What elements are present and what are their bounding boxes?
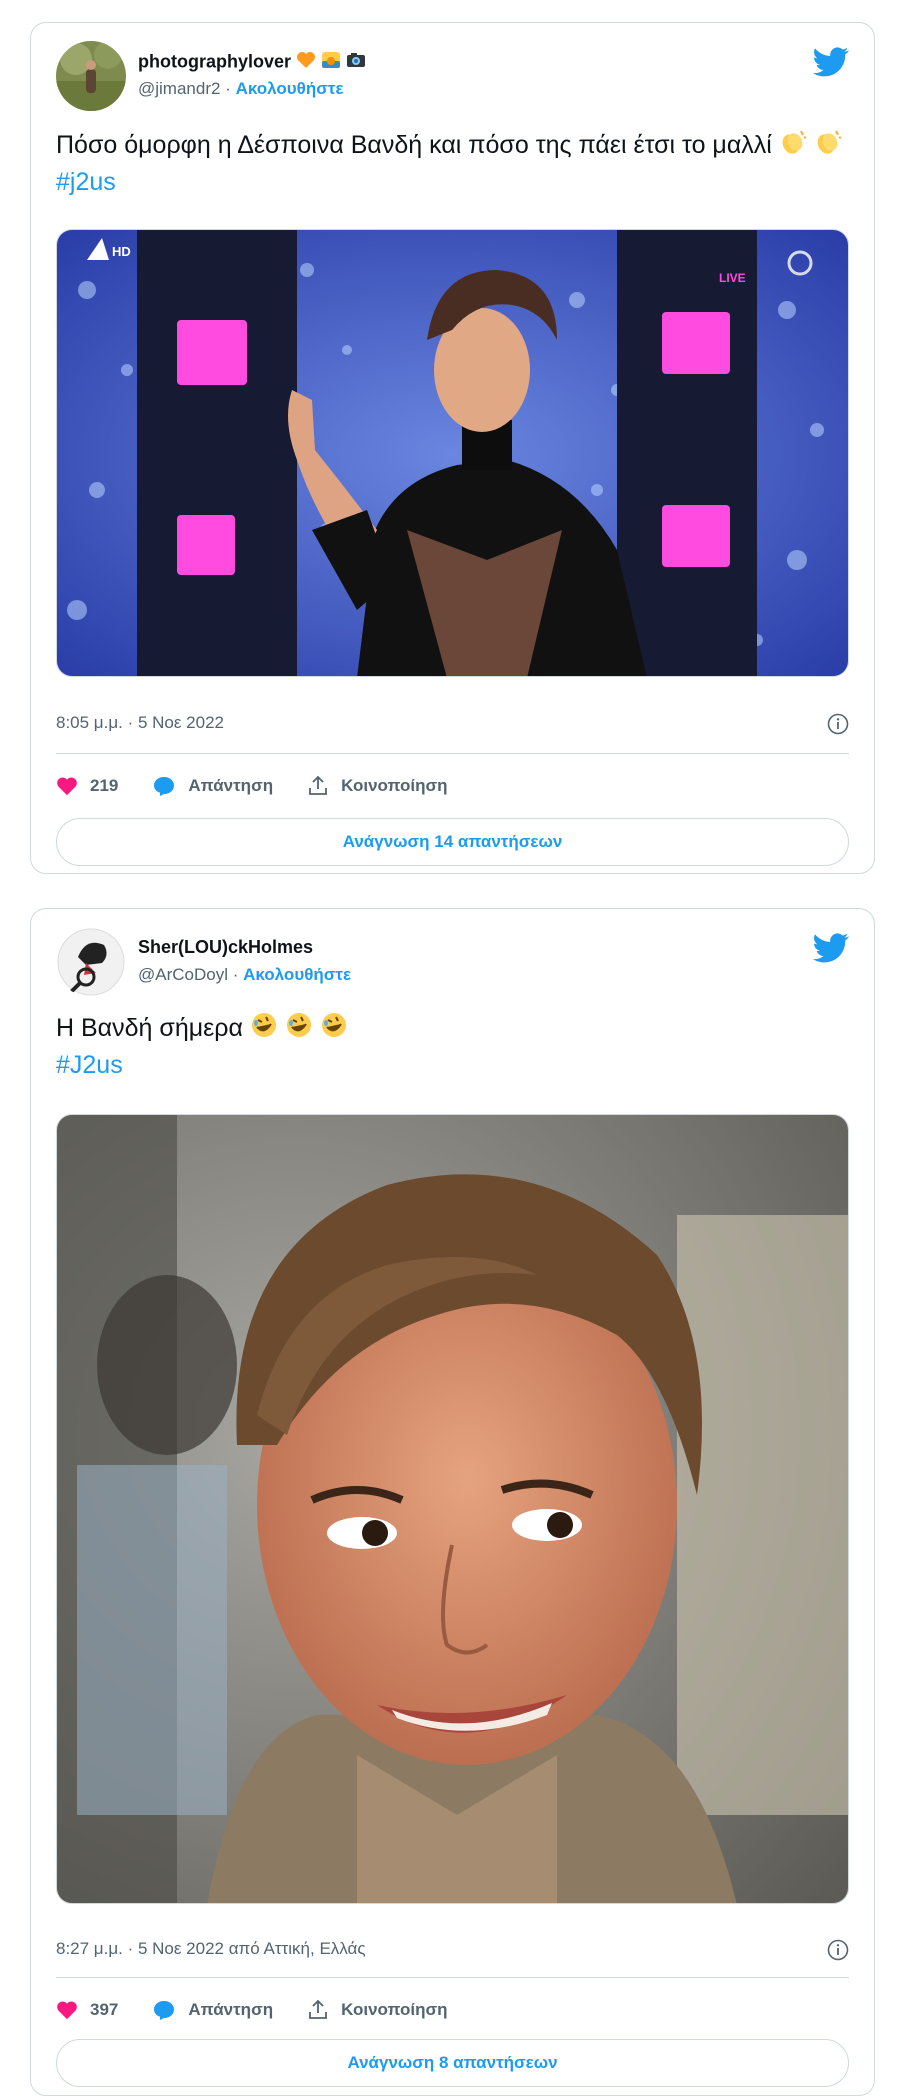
divider: [56, 753, 849, 754]
tweet-image[interactable]: HD LIVE: [56, 229, 849, 677]
follow-link[interactable]: Ακολουθήστε: [243, 965, 351, 984]
like-count: 397: [90, 2000, 119, 2019]
handle-line: @ArCoDoyl · Ακολουθήστε: [138, 965, 351, 985]
heart-icon: [57, 2001, 77, 2020]
tweet-card: photographylover @jimandr2 · Ακολουθήστε…: [30, 22, 875, 874]
camera-emoji: [346, 51, 366, 74]
tweet-text: Η Βανδή σήμερα #J2us: [56, 1011, 849, 1082]
action-bar: 219 Απάντηση Κοινοποίηση: [56, 771, 482, 801]
tweet-header: Sher(LOU)ckHolmes @ArCoDoyl · Ακολουθήστ…: [56, 927, 849, 999]
reply-button[interactable]: Απάντηση: [152, 1999, 273, 2021]
share-icon: [309, 1999, 327, 2019]
heart-icon: [57, 777, 77, 796]
timestamp[interactable]: 8:27 μ.μ. · 5 Νοε 2022 από Αττική, Ελλάς: [56, 1939, 366, 1959]
reply-label: Απάντηση: [188, 2000, 274, 2019]
channel-badge: HD: [112, 244, 131, 259]
tweet-header: photographylover @jimandr2 · Ακολουθήστε: [56, 41, 849, 113]
rofl-emoji: [285, 1011, 313, 1048]
info-icon[interactable]: [827, 1939, 849, 1961]
rofl-emoji: [320, 1011, 348, 1048]
read-replies-button[interactable]: Ανάγνωση 14 απαντήσεων: [56, 818, 849, 866]
reply-label: Απάντηση: [188, 776, 274, 795]
share-icon: [309, 775, 327, 795]
share-label: Κοινοποίηση: [341, 776, 448, 795]
reply-button[interactable]: Απάντηση: [152, 775, 273, 797]
rofl-emoji: [250, 1011, 278, 1048]
hashtag-link[interactable]: #j2us: [56, 168, 116, 196]
tweet-image[interactable]: [56, 1114, 849, 1904]
read-replies-button[interactable]: Ανάγνωση 8 απαντήσεων: [56, 2039, 849, 2087]
handle[interactable]: @ArCoDoyl: [138, 965, 228, 984]
tweet-text: Πόσο όμορφη η Δέσποινα Βανδή και πόσο τη…: [56, 128, 849, 199]
display-name[interactable]: Sher(LOU)ckHolmes: [138, 937, 313, 958]
handle[interactable]: @jimandr2: [138, 79, 220, 98]
share-label: Κοινοποίηση: [341, 2000, 448, 2019]
like-button[interactable]: 219: [56, 776, 118, 796]
info-icon[interactable]: [827, 713, 849, 735]
tweet-card: Sher(LOU)ckHolmes @ArCoDoyl · Ακολουθήστ…: [30, 908, 875, 2096]
divider: [56, 1977, 849, 1978]
reply-bubble-icon: [154, 2001, 175, 2020]
clap-emoji: [814, 128, 842, 165]
clap-emoji: [779, 128, 807, 165]
hashtag-link[interactable]: #J2us: [56, 1051, 123, 1079]
separator: ·: [228, 965, 244, 984]
share-button[interactable]: Κοινοποίηση: [307, 775, 448, 797]
follow-link[interactable]: Ακολουθήστε: [236, 79, 344, 98]
avatar[interactable]: [56, 41, 126, 111]
twitter-bird-icon[interactable]: [813, 47, 849, 77]
avatar[interactable]: [56, 927, 126, 997]
reply-bubble-icon: [154, 777, 175, 796]
orange-heart-emoji: [296, 51, 316, 74]
timestamp[interactable]: 8:05 μ.μ. · 5 Νοε 2022: [56, 713, 224, 733]
sunrise-emoji: [321, 51, 341, 74]
display-name[interactable]: photographylover: [138, 51, 366, 74]
twitter-bird-icon[interactable]: [813, 933, 849, 963]
like-count: 219: [90, 776, 119, 795]
handle-line: @jimandr2 · Ακολουθήστε: [138, 79, 344, 99]
separator: ·: [220, 79, 236, 98]
action-bar: 397 Απάντηση Κοινοποίηση: [56, 1995, 482, 2025]
share-button[interactable]: Κοινοποίηση: [307, 1999, 448, 2021]
like-button[interactable]: 397: [56, 2000, 118, 2020]
live-badge: LIVE: [719, 271, 746, 285]
